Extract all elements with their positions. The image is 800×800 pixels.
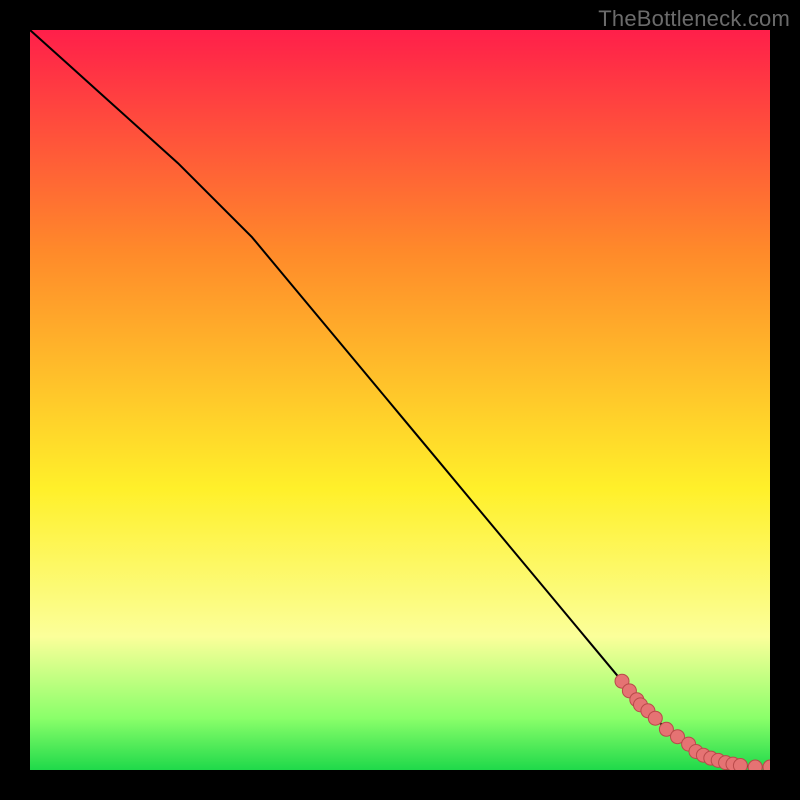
chart-plot: [30, 30, 770, 770]
data-point: [733, 759, 747, 770]
watermark-text: TheBottleneck.com: [598, 6, 790, 32]
gradient-background: [30, 30, 770, 770]
chart-stage: TheBottleneck.com: [0, 0, 800, 800]
data-point: [648, 711, 662, 725]
data-point: [748, 760, 762, 770]
